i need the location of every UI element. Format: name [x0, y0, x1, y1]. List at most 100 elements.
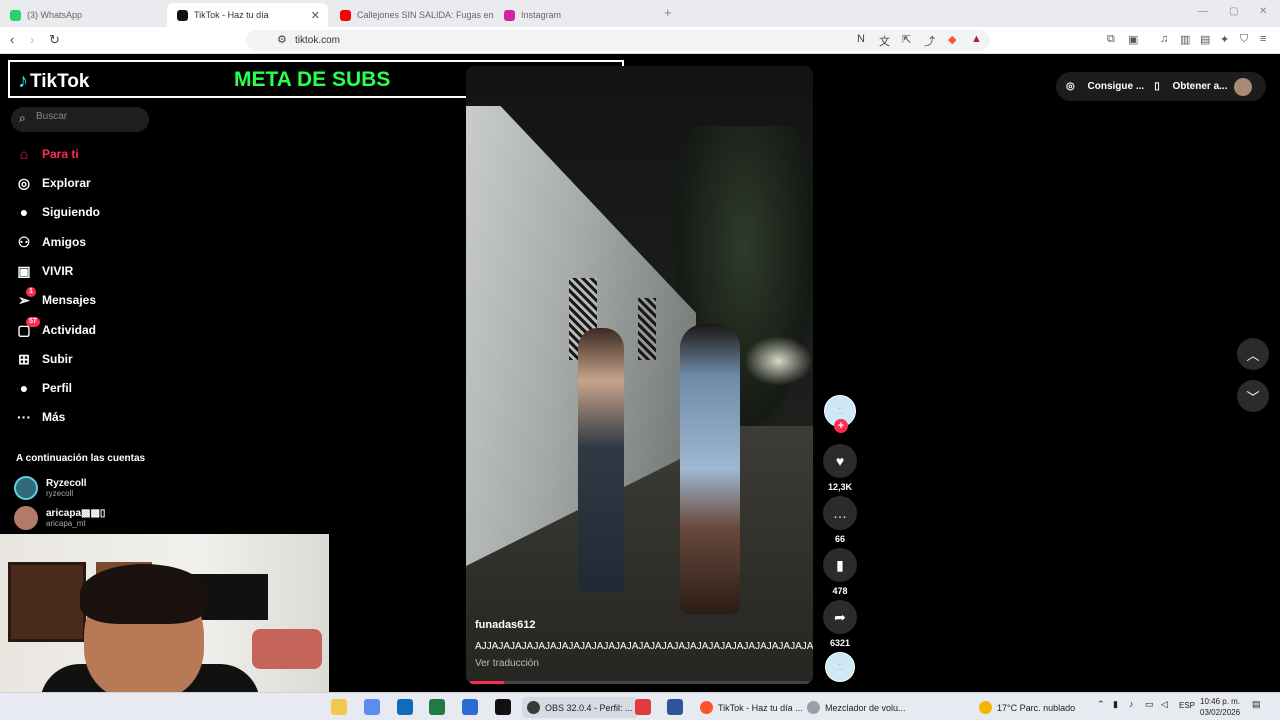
- reader-icon[interactable]: N: [857, 33, 865, 45]
- microphone-icon[interactable]: ♪: [1129, 699, 1134, 709]
- avatar: [14, 476, 38, 500]
- tab-instagram[interactable]: Instagram: [494, 3, 659, 27]
- search-input[interactable]: [36, 111, 136, 122]
- weather-widget[interactable]: 17°C Parc. nublado: [979, 697, 1075, 718]
- brave-icon: [700, 701, 713, 714]
- like-action[interactable]: ♥ 12,3K: [822, 444, 858, 492]
- url-field[interactable]: ⚙ tiktok.com N 文 ⇱ ⤴ ◆ ▲: [246, 30, 990, 51]
- forward-icon[interactable]: ›: [30, 32, 34, 47]
- next-video-button[interactable]: ﹀: [1237, 380, 1269, 412]
- sidebar-item-para-ti[interactable]: ⌂ Para ti: [14, 143, 79, 165]
- translate-icon[interactable]: 文: [879, 33, 890, 49]
- word-icon[interactable]: [667, 699, 683, 715]
- video-username[interactable]: funadas612: [475, 619, 536, 631]
- search-box[interactable]: ⌕: [11, 107, 149, 132]
- heart-icon[interactable]: ♥: [823, 444, 857, 478]
- clock[interactable]: 10:46 p. m. 03/02/2026: [1200, 696, 1240, 718]
- upload-icon: ⊞: [18, 350, 30, 367]
- minimize-icon[interactable]: —: [1198, 6, 1208, 17]
- account-aricapa[interactable]: aricapa▩▩▯ aricapa_mt: [14, 506, 105, 530]
- maximize-icon[interactable]: ▢: [1229, 6, 1238, 17]
- translate-link[interactable]: Ver traducción: [475, 658, 539, 669]
- sidebar-item-siguiendo[interactable]: ● Siguiendo: [14, 201, 100, 223]
- messages-icon: ➢ 1: [14, 286, 36, 309]
- vpn-icon[interactable]: ⛉: [1240, 33, 1248, 46]
- volume-icon[interactable]: ◁: [1161, 699, 1168, 710]
- share-icon[interactable]: ⤴: [924, 33, 935, 49]
- taskbar-brave[interactable]: TikTok - Haz tu día ...: [700, 697, 803, 718]
- media-icon[interactable]: ♫: [1160, 33, 1168, 45]
- weather-icon: [979, 701, 992, 714]
- leo-ai-icon[interactable]: ✦: [1220, 33, 1229, 46]
- previous-video-button[interactable]: ︿: [1237, 338, 1269, 370]
- wallet-icon[interactable]: ▤: [1200, 33, 1210, 46]
- get-app-button[interactable]: ▯ Obtener a...: [1154, 81, 1227, 92]
- sidebar-item-ms[interactable]: ··· Más: [14, 406, 65, 428]
- follow-plus-icon[interactable]: +: [834, 419, 848, 433]
- tab-youtube[interactable]: Callejones SIN SALIDA: Fugas en BRA...: [330, 3, 495, 27]
- open-in-app-icon[interactable]: ⇱: [902, 33, 911, 46]
- reload-icon[interactable]: ↻: [49, 32, 60, 48]
- tiktok-logo: ♪ TikTok: [18, 70, 90, 92]
- notifications-icon[interactable]: ▤: [1252, 699, 1261, 710]
- creator-avatar[interactable]: ·· · ·· ·· +: [822, 395, 858, 433]
- sound-disc[interactable]: ·· · ·· ··: [822, 652, 858, 682]
- home-icon: ⌂: [19, 146, 29, 162]
- taskbar-volume-mixer[interactable]: Mezclador de volu...: [807, 697, 906, 718]
- new-tab-button[interactable]: +: [664, 5, 672, 20]
- sidebar-toggle-icon[interactable]: ▥: [1180, 33, 1190, 46]
- sidebar-item-actividad[interactable]: ▢ 57 Actividad: [14, 316, 96, 341]
- tab-tiktok[interactable]: TikTok - Haz tu día ✕: [167, 3, 328, 27]
- language-indicator[interactable]: ESP: [1179, 701, 1195, 710]
- excel-icon[interactable]: [429, 699, 445, 715]
- taskview-icon[interactable]: [462, 699, 478, 715]
- tray-chevron-icon[interactable]: ⌃: [1097, 699, 1105, 710]
- tiktok-note-icon: ♪: [18, 70, 28, 92]
- media-app-icon[interactable]: [635, 699, 651, 715]
- network-icon[interactable]: ▭: [1145, 699, 1154, 710]
- comment-count: 66: [834, 534, 845, 544]
- tray-app-icon[interactable]: ▮: [1113, 699, 1118, 710]
- sidebar-item-vivir[interactable]: ▣ VIVIR: [14, 260, 73, 282]
- account-ryzecoll[interactable]: Ryzecoll ryzecoll: [14, 476, 87, 500]
- sidebar-item-label: Subir: [42, 352, 73, 366]
- sidebar-item-label: Perfil: [42, 381, 73, 395]
- brave-shields-icon[interactable]: ◆: [948, 33, 956, 46]
- sidebar-item-mensajes[interactable]: ➢ 1 Mensajes: [14, 286, 96, 311]
- taskbar-obs[interactable]: OBS 32.0.4 - Perfil: ...: [522, 697, 638, 718]
- menu-icon[interactable]: ≡: [1260, 33, 1266, 45]
- video-progress-bar[interactable]: [470, 681, 809, 684]
- share-action[interactable]: ➦ 6321: [822, 600, 858, 648]
- goal-title: META DE SUBS: [234, 68, 391, 91]
- sidebar-item-perfil[interactable]: ● Perfil: [14, 377, 72, 399]
- site-info-icon[interactable]: ⚙: [277, 33, 287, 46]
- sidebar-item-label: Para ti: [42, 147, 79, 161]
- comment-icon[interactable]: …: [823, 496, 857, 530]
- store-icon[interactable]: [364, 699, 380, 715]
- tiktok-app-icon[interactable]: [495, 699, 511, 715]
- sidebar-item-amigos[interactable]: ⚇ Amigos: [14, 231, 86, 253]
- save-action[interactable]: ▮ 478: [822, 548, 858, 596]
- file-explorer-icon[interactable]: [331, 699, 347, 715]
- compass-icon: ◎: [17, 174, 31, 191]
- get-coins-button[interactable]: ◎ Consigue ...: [1066, 81, 1144, 92]
- tab-whatsapp[interactable]: (3) WhatsApp: [0, 3, 166, 27]
- close-window-icon[interactable]: ✕: [1259, 6, 1267, 17]
- avatar: [14, 506, 38, 530]
- close-tab-icon[interactable]: ✕: [311, 9, 320, 22]
- share-arrow-icon[interactable]: ➦: [823, 600, 857, 634]
- back-icon[interactable]: ‹: [10, 32, 14, 47]
- outlook-icon[interactable]: [397, 699, 413, 715]
- bookmark-icon[interactable]: ▮: [823, 548, 857, 582]
- sidebar-item-explorar[interactable]: ◎ Explorar: [14, 172, 91, 194]
- whatsapp-icon: [10, 9, 21, 21]
- sidebar-item-label: Explorar: [42, 176, 91, 190]
- comment-action[interactable]: … 66: [822, 496, 858, 544]
- windows-taskbar: OBS 32.0.4 - Perfil: ... TikTok - Haz tu…: [0, 692, 1280, 720]
- rewards-icon[interactable]: ▲: [971, 33, 982, 45]
- screenshot-icon[interactable]: ▣: [1128, 33, 1138, 46]
- sidebar-item-subir[interactable]: ⊞ Subir: [14, 348, 73, 370]
- extensions-icon[interactable]: ⧉: [1107, 33, 1115, 46]
- profile-avatar[interactable]: [1234, 78, 1252, 96]
- video-player[interactable]: funadas612 AJJAJAJAJAJAJAJAJAJAJAJAJAJAJ…: [466, 66, 813, 684]
